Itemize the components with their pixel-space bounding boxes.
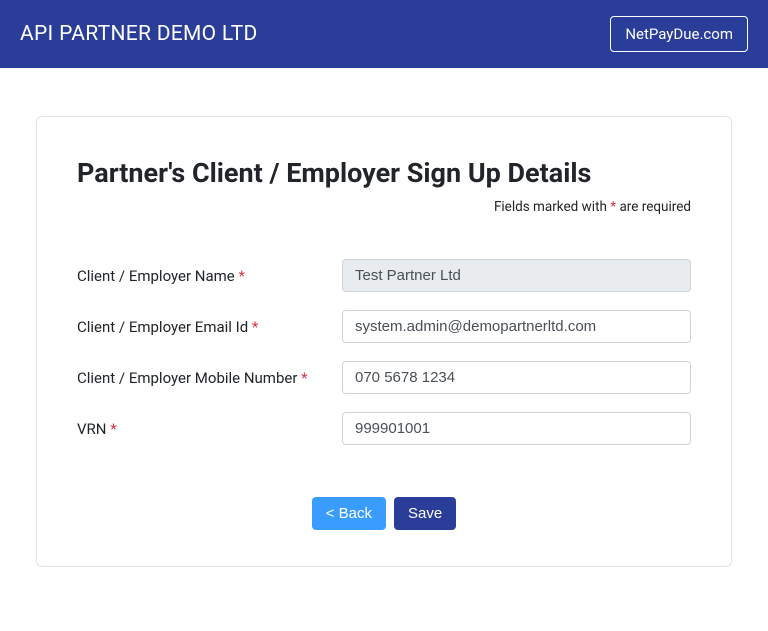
required-note-prefix: Fields marked with (494, 199, 610, 215)
row-client-email: Client / Employer Email Id * (77, 310, 691, 343)
signup-card: Partner's Client / Employer Sign Up Deta… (36, 116, 732, 567)
label-client-email: Client / Employer Email Id * (77, 318, 258, 336)
input-vrn[interactable] (342, 412, 691, 445)
row-vrn: VRN * (77, 412, 691, 445)
navbar-link[interactable]: NetPayDue.com (610, 16, 748, 52)
navbar-title: API PARTNER DEMO LTD (20, 22, 258, 46)
input-client-email[interactable] (342, 310, 691, 343)
back-button[interactable]: < Back (312, 497, 386, 530)
required-note-suffix: are required (616, 199, 691, 215)
label-client-name: Client / Employer Name * (77, 267, 245, 285)
required-note: Fields marked with * are required (77, 199, 691, 215)
page-title: Partner's Client / Employer Sign Up Deta… (77, 157, 691, 189)
label-vrn: VRN * (77, 420, 117, 438)
main-container: Partner's Client / Employer Sign Up Deta… (0, 68, 768, 587)
input-client-name[interactable] (342, 259, 691, 292)
navbar: API PARTNER DEMO LTD NetPayDue.com (0, 0, 768, 68)
input-client-mobile[interactable] (342, 361, 691, 394)
row-client-mobile: Client / Employer Mobile Number * (77, 361, 691, 394)
label-client-mobile: Client / Employer Mobile Number * (77, 369, 308, 387)
row-client-name: Client / Employer Name * (77, 259, 691, 292)
button-row: < Back Save (77, 497, 691, 530)
save-button[interactable]: Save (394, 497, 456, 530)
